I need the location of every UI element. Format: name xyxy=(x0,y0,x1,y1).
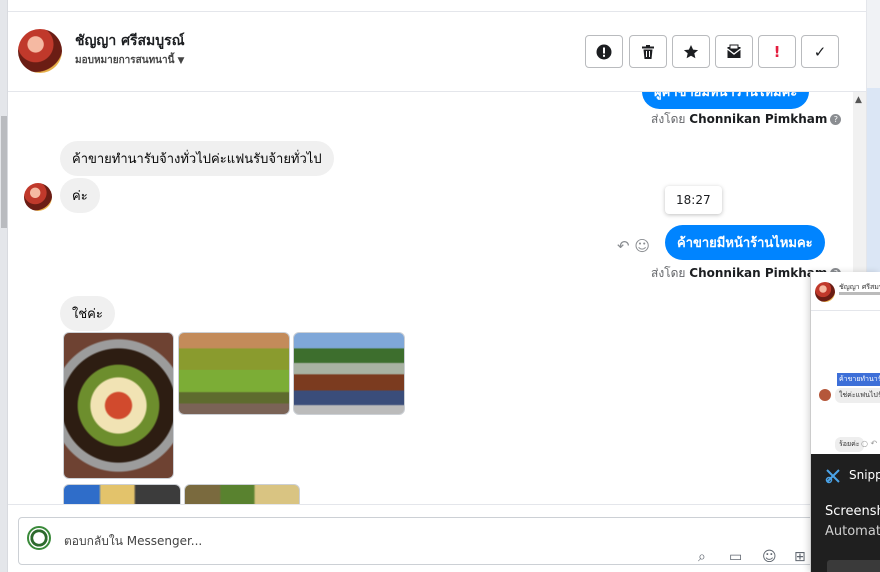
snip-notification[interactable]: Snipp Screensh Automat xyxy=(811,454,880,572)
react-emoji-icon[interactable]: ☺ xyxy=(634,237,650,255)
mini-message: ร้อยค่ะ xyxy=(835,437,864,452)
photo-attachment[interactable] xyxy=(178,332,290,415)
reply-input[interactable]: ตอบกลับใน Messenger... xyxy=(64,532,202,551)
mini-highlighted-text: ค้าขายทำนารับ xyxy=(837,373,880,386)
avatar xyxy=(815,282,835,302)
incoming-message[interactable]: ค้าขายทำนารับจ้างทั่วไปค่ะแฟนรับจ้ายทั่ว… xyxy=(60,141,334,176)
gif-icon[interactable]: ▭ xyxy=(729,549,742,565)
photo-attachment[interactable] xyxy=(293,332,405,415)
incoming-message[interactable]: ค่ะ xyxy=(60,178,100,213)
emoji-icon[interactable]: ☺ xyxy=(762,549,777,565)
photo-attachment[interactable] xyxy=(63,484,181,504)
mini-message: ใช่ค่ะแฟนไปรับจ้าง xyxy=(835,388,880,403)
attach-icon[interactable]: ⌕ xyxy=(698,549,706,565)
toast-button[interactable] xyxy=(827,560,880,572)
assign-conversation-dropdown[interactable]: มอบหมายการสนทนานี้ ▼ xyxy=(75,53,184,68)
mini-divider xyxy=(811,310,880,311)
caret-down-icon: ▼ xyxy=(177,56,185,66)
scissors-icon xyxy=(825,469,840,484)
right-edge-highlight xyxy=(867,88,880,278)
trash-icon xyxy=(642,44,654,59)
check-icon: ✓ xyxy=(813,42,827,61)
toast-subtitle: Automat xyxy=(825,524,880,539)
follow-up-button[interactable]: ! xyxy=(758,35,796,68)
toast-title: Screensh xyxy=(825,504,880,519)
inbox-window: ชัญญา ศรีสมบูรณ์ มอบหมายการสนทนานี้ ▼ ! ✓… xyxy=(0,0,880,572)
incoming-message[interactable]: ใช่ค่ะ xyxy=(60,296,115,331)
avatar xyxy=(819,389,831,401)
snipping-tool-popup[interactable]: ชัญญา ศรีสมบู ค้าขายทำนารับ ใช่ค่ะแฟนไปร… xyxy=(810,272,880,572)
outgoing-message[interactable]: ผู้ค้าขายมีหน้าร้านไหมคะ xyxy=(642,92,810,109)
star-button[interactable] xyxy=(672,35,710,68)
sent-by-name[interactable]: Chonnikan Pimkham xyxy=(689,112,827,126)
photo-attachment[interactable] xyxy=(184,484,300,504)
more-icon[interactable]: ⊞ xyxy=(794,549,806,565)
outgoing-message[interactable]: ค้าขายมีหน้าร้านไหมคะ xyxy=(665,225,825,260)
mark-unread-button[interactable] xyxy=(715,35,753,68)
snip-app-name: Snipp xyxy=(849,468,880,482)
sent-by-prefix: ส่งโดย xyxy=(651,266,686,280)
photo-attachment[interactable] xyxy=(63,332,174,479)
assign-label: มอบหมายการสนทนานี้ xyxy=(75,55,175,66)
reply-box[interactable]: ตอบกลับใน Messenger... xyxy=(18,517,828,565)
alert-circle-icon xyxy=(596,44,612,59)
mini-subtitle xyxy=(839,292,880,295)
timestamp-tooltip: 18:27 xyxy=(665,186,722,214)
star-icon xyxy=(683,44,699,58)
composer: ตอบกลับใน Messenger... ⌕ ▭ ☺ ⊞ xyxy=(8,504,866,572)
done-button[interactable]: ✓ xyxy=(801,35,839,68)
reply-icon[interactable]: ↶ xyxy=(617,237,630,255)
sent-by-prefix: ส่งโดย xyxy=(651,112,686,126)
spam-button[interactable] xyxy=(585,35,623,68)
mini-reaction-icons: ○ ↶ xyxy=(861,439,878,448)
message-thread[interactable]: ผู้ค้าขายมีหน้าร้านไหมคะ ส่งโดย Chonnika… xyxy=(8,92,853,504)
message-actions: ↶ ☺ xyxy=(617,237,650,255)
page-logo-icon xyxy=(27,526,51,550)
left-scrollbar-thumb[interactable] xyxy=(1,116,7,228)
top-divider xyxy=(8,0,866,12)
contact-name[interactable]: ชัญญา ศรีสมบูรณ์ xyxy=(75,30,185,52)
sent-by-label: ส่งโดย Chonnikan Pimkham? xyxy=(651,110,842,129)
scroll-up-icon[interactable]: ▲ xyxy=(855,95,862,105)
envelope-icon xyxy=(727,44,741,58)
delete-button[interactable] xyxy=(629,35,667,68)
avatar[interactable] xyxy=(18,29,62,73)
avatar[interactable] xyxy=(24,183,52,211)
conversation-header: ชัญญา ศรีสมบูรณ์ มอบหมายการสนทนานี้ ▼ ! ✓ xyxy=(8,12,866,92)
sent-by-name[interactable]: Chonnikan Pimkham xyxy=(689,266,827,280)
help-icon[interactable]: ? xyxy=(830,114,842,125)
exclamation-icon: ! xyxy=(773,42,781,61)
left-scrollbar[interactable] xyxy=(0,0,8,572)
